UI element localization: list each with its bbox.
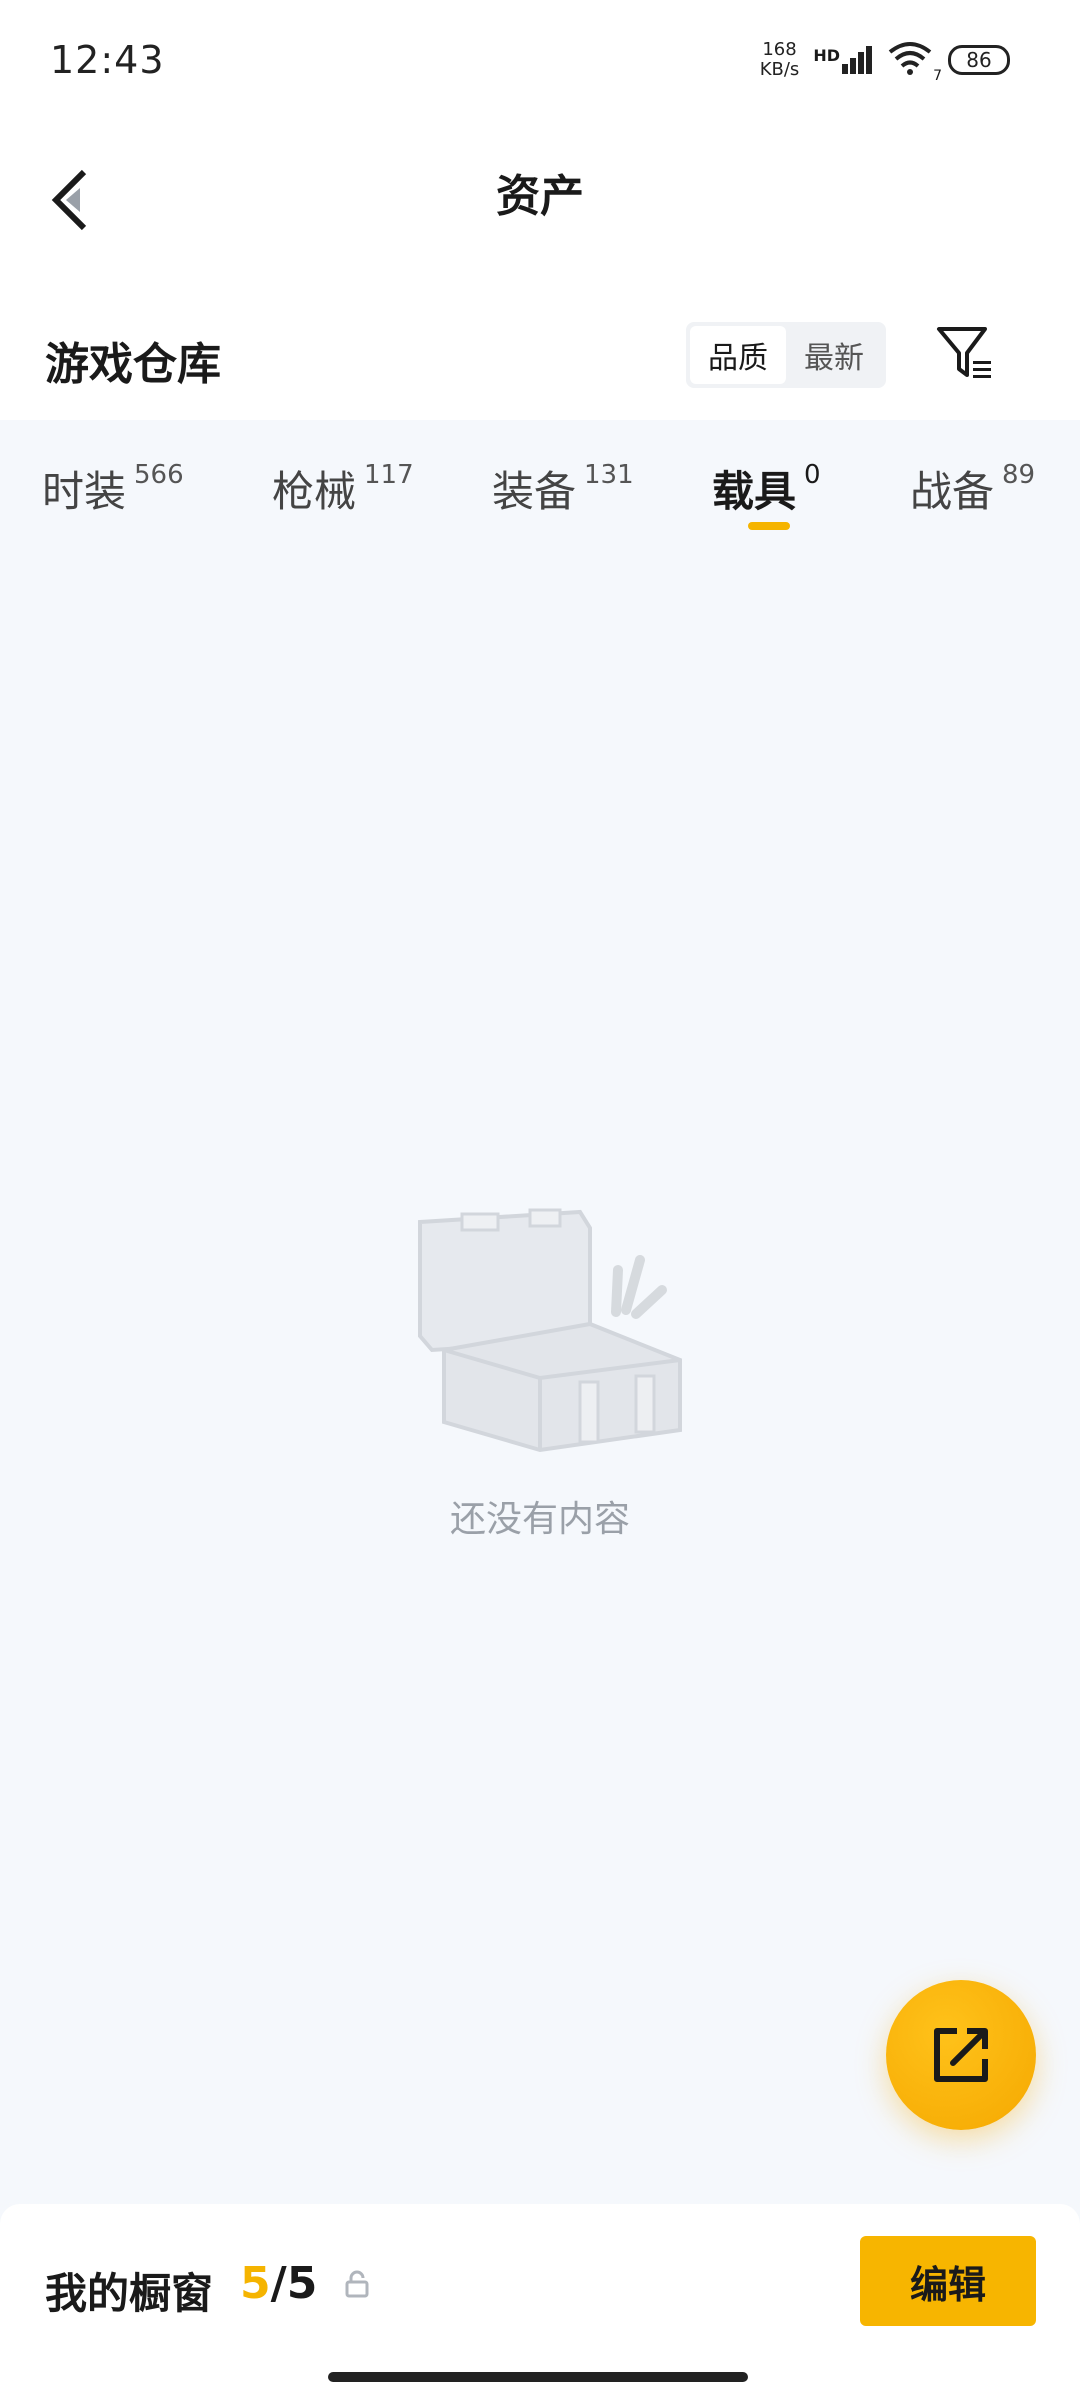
showcase-label: 我的橱窗 [45,2269,214,2318]
home-indicator[interactable] [328,2372,748,2382]
share-fab[interactable] [886,1980,1036,2130]
battery-indicator: 86 [948,45,1010,75]
section-header: 游戏仓库 品质 最新 [0,280,1080,420]
showcase-bar: 我的橱窗 5/5 编辑 [0,2204,1080,2400]
cell-signal-icon: HD [813,46,872,74]
filter-icon [937,327,991,378]
empty-message: 还没有内容 [449,1499,630,1540]
tab-equipment[interactable]: 装备 131 [492,458,634,519]
tab-firearms[interactable]: 枪械 117 [272,458,414,519]
active-tab-indicator [748,522,790,530]
network-speed: 168 KB/s [759,39,800,80]
tab-vehicles[interactable]: 载具 0 [712,458,821,519]
sort-toggle: 品质 最新 [686,322,886,388]
status-icons: 168 KB/s HD 7 86 [759,39,1010,84]
tab-fashion[interactable]: 时装 566 [42,458,184,519]
category-tabs: 时装 566 枪械 117 装备 131 载具 0 战备 89 [0,420,1080,540]
edit-button[interactable]: 编辑 [860,2236,1036,2326]
page-title: 资产 [496,171,584,222]
external-link-icon [934,2028,988,2082]
status-time: 12:43 [50,38,165,82]
tab-supplies[interactable]: 战备 89 [910,458,1035,519]
sort-latest-option[interactable]: 最新 [786,326,882,384]
section-title: 游戏仓库 [45,339,221,390]
empty-box-icon [418,1208,682,1453]
unlock-icon[interactable] [344,2270,370,2298]
nav-bar: 资产 [0,130,1080,280]
wifi-icon: 7 [886,40,942,84]
sort-quality-option[interactable]: 品质 [690,326,786,384]
showcase-count: 5/5 [240,2258,318,2309]
status-bar: 12:43 168 KB/s HD 7 86 [0,0,1080,130]
filter-button[interactable] [930,318,1000,388]
empty-state: 还没有内容 [0,1200,1080,1542]
